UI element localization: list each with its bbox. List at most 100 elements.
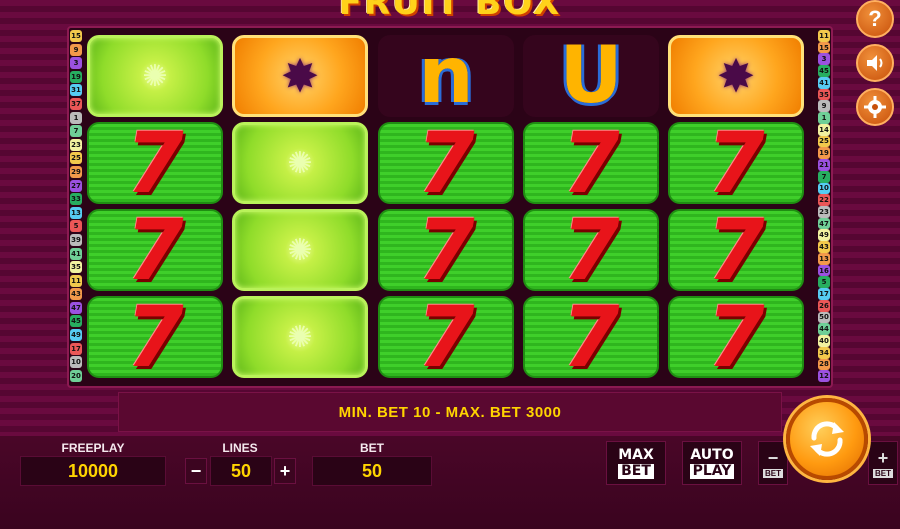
payline-marker-left: 37 bbox=[70, 97, 82, 110]
symbol-seven: 7 bbox=[523, 209, 659, 291]
payline-marker-left: 5 bbox=[70, 220, 82, 233]
payline-marker-right: 47 bbox=[818, 217, 830, 230]
payline-marker-left: 35 bbox=[70, 261, 82, 274]
seven-glyph: 7 bbox=[553, 209, 629, 291]
bet-value: 50 bbox=[312, 456, 432, 486]
freeplay-label: FREEPLAY bbox=[61, 441, 125, 455]
symbol-seven: 7 bbox=[523, 122, 659, 204]
payline-marker-left: 23 bbox=[70, 138, 82, 151]
bet-increase-symbol: + bbox=[877, 447, 889, 468]
spin-button[interactable] bbox=[786, 398, 868, 480]
payline-marker-right: 34 bbox=[818, 346, 830, 359]
bet-decrease-sub: BET bbox=[763, 468, 783, 478]
payline-marker-right: 16 bbox=[818, 264, 830, 277]
seven-glyph: 7 bbox=[117, 296, 193, 378]
symbol-seven: 7 bbox=[668, 296, 804, 378]
payline-marker-right: 25 bbox=[818, 135, 830, 148]
seven-glyph: 7 bbox=[408, 209, 484, 291]
payline-marker-right: 43 bbox=[818, 241, 830, 253]
payline-marker-right: 23 bbox=[818, 206, 830, 218]
bet-increase-sub: BET bbox=[873, 468, 893, 478]
payline-marker-right: 17 bbox=[818, 288, 830, 300]
help-icon: ? bbox=[868, 6, 882, 31]
symbol-seven: 7 bbox=[668, 209, 804, 291]
bet-increase-button[interactable]: + BET bbox=[868, 441, 898, 485]
payline-marker-right: 40 bbox=[818, 335, 830, 347]
payline-marker-right: 11 bbox=[818, 30, 830, 42]
lines-value: 50 bbox=[210, 456, 272, 486]
settings-button[interactable] bbox=[856, 88, 894, 126]
letter-n-glyph: n bbox=[418, 35, 474, 117]
symbol-lime: ✺ bbox=[87, 35, 223, 117]
payline-marker-right: 9 bbox=[818, 100, 830, 113]
payline-marker-left: 3 bbox=[70, 57, 82, 70]
payline-marker-right: 5 bbox=[818, 276, 830, 289]
payline-marker-left: 47 bbox=[70, 301, 82, 314]
bet-limits-message: MIN. BET 10 - MAX. BET 3000 bbox=[118, 392, 782, 432]
payline-marker-left: 10 bbox=[70, 356, 82, 369]
payline-marker-left: 1 bbox=[70, 111, 82, 124]
seven-glyph: 7 bbox=[408, 122, 484, 204]
symbol-orange: ✸ bbox=[232, 35, 368, 117]
auto-play-bottom-label: PLAY bbox=[689, 463, 735, 479]
payline-marker-left: 20 bbox=[70, 369, 82, 382]
sound-button[interactable] bbox=[856, 44, 894, 82]
seven-glyph: 7 bbox=[698, 296, 774, 378]
symbol-seven: 7 bbox=[378, 209, 514, 291]
lime-icon: ✺ bbox=[287, 233, 313, 267]
seven-glyph: 7 bbox=[698, 209, 774, 291]
auto-play-button[interactable]: AUTO PLAY bbox=[682, 441, 742, 485]
lime-icon: ✺ bbox=[142, 59, 168, 93]
symbol-seven: 7 bbox=[378, 296, 514, 378]
help-button[interactable]: ? bbox=[856, 0, 894, 38]
payline-marker-right: 50 bbox=[818, 311, 830, 324]
orange-seed-icon: ✸ bbox=[716, 50, 756, 102]
payline-marker-right: 35 bbox=[818, 88, 830, 101]
symbol-seven: 7 bbox=[87, 122, 223, 204]
payline-marker-right: 10 bbox=[818, 182, 830, 195]
payline-marker-left: 29 bbox=[70, 165, 82, 178]
payline-marker-left: 31 bbox=[70, 84, 82, 97]
symbol-lime: ✺ bbox=[232, 296, 368, 378]
payline-marker-right: 7 bbox=[818, 170, 830, 183]
gear-icon bbox=[864, 96, 886, 118]
bet-decrease-symbol: − bbox=[767, 447, 779, 468]
payline-marker-left: 17 bbox=[70, 342, 82, 355]
payline-marker-left: 9 bbox=[70, 43, 82, 56]
bet-decrease-button[interactable]: − BET bbox=[758, 441, 788, 485]
payline-marker-right: 49 bbox=[818, 229, 830, 242]
payline-marker-left: 41 bbox=[70, 247, 82, 260]
payline-marker-left: 39 bbox=[70, 233, 82, 246]
seven-glyph: 7 bbox=[553, 122, 629, 204]
payline-marker-right: 15 bbox=[818, 41, 830, 54]
seven-glyph: 7 bbox=[698, 122, 774, 204]
payline-column-left: 15 9 3 19 31 37 1 7 23 25 29 27 33 13 5 39 41 35 11 43 47 45 4… bbox=[69, 30, 83, 382]
payline-marker-left: 11 bbox=[70, 274, 82, 287]
max-bet-top-label: MAX bbox=[618, 446, 654, 463]
max-bet-bottom-label: BET bbox=[618, 463, 654, 479]
lime-icon: ✺ bbox=[287, 146, 313, 180]
seven-glyph: 7 bbox=[117, 209, 193, 291]
lines-decrease-button[interactable]: − bbox=[185, 458, 207, 484]
payline-marker-right: 45 bbox=[818, 65, 830, 77]
symbol-seven: 7 bbox=[668, 122, 804, 204]
payline-marker-left: 45 bbox=[70, 315, 82, 328]
letter-u-glyph: U bbox=[559, 35, 623, 117]
max-bet-button[interactable]: MAX BET bbox=[606, 441, 666, 485]
payline-marker-left: 33 bbox=[70, 193, 82, 206]
symbol-seven: 7 bbox=[523, 296, 659, 378]
orange-seed-icon: ✸ bbox=[280, 50, 320, 102]
symbol-letter-n: n bbox=[378, 35, 514, 117]
payline-column-right: 11 15 3 45 41 35 9 1 14 25 19 21 7 10 22 23 47 49 43 13 16 5 1… bbox=[817, 30, 831, 383]
payline-marker-left: 49 bbox=[70, 329, 82, 342]
symbol-seven: 7 bbox=[87, 296, 223, 378]
symbol-letter-u: U bbox=[523, 35, 659, 117]
payline-marker-left: 7 bbox=[70, 125, 82, 138]
payline-marker-right: 14 bbox=[818, 123, 830, 136]
payline-marker-left: 27 bbox=[70, 179, 82, 192]
auto-play-top-label: AUTO bbox=[690, 446, 734, 463]
seven-glyph: 7 bbox=[553, 296, 629, 378]
game-title: FRUIT BOX bbox=[338, 0, 562, 23]
lines-increase-button[interactable]: + bbox=[274, 458, 296, 484]
payline-marker-right: 3 bbox=[818, 53, 830, 66]
